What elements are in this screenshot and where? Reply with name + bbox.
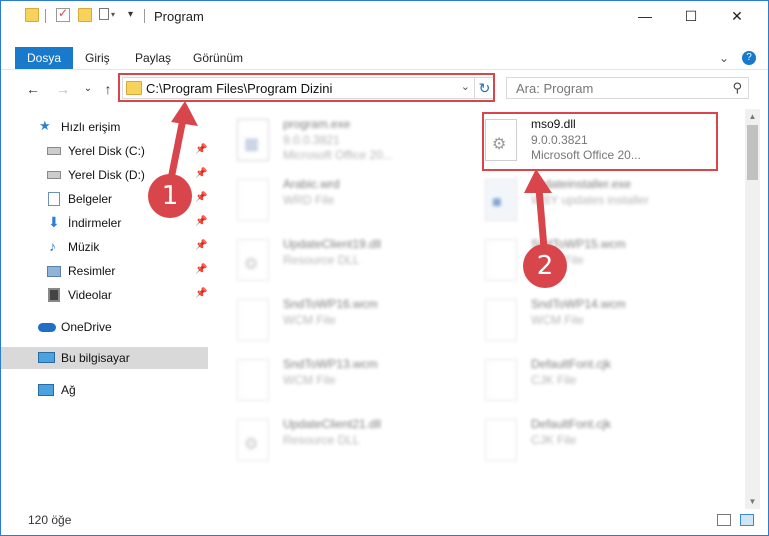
explorer-window: ✓ ▾ ▾ Program — ☐ ✕ Dosya Giriş Paylaş G… bbox=[0, 0, 769, 536]
arrowhead-file bbox=[524, 169, 552, 193]
step-1-badge: 1 bbox=[148, 174, 192, 218]
arrow-to-file bbox=[535, 185, 548, 252]
arrow-to-address bbox=[167, 115, 187, 183]
step-2-badge: 2 bbox=[523, 244, 567, 288]
arrowhead-address bbox=[171, 101, 198, 126]
annotation-arrows bbox=[167, 101, 552, 252]
